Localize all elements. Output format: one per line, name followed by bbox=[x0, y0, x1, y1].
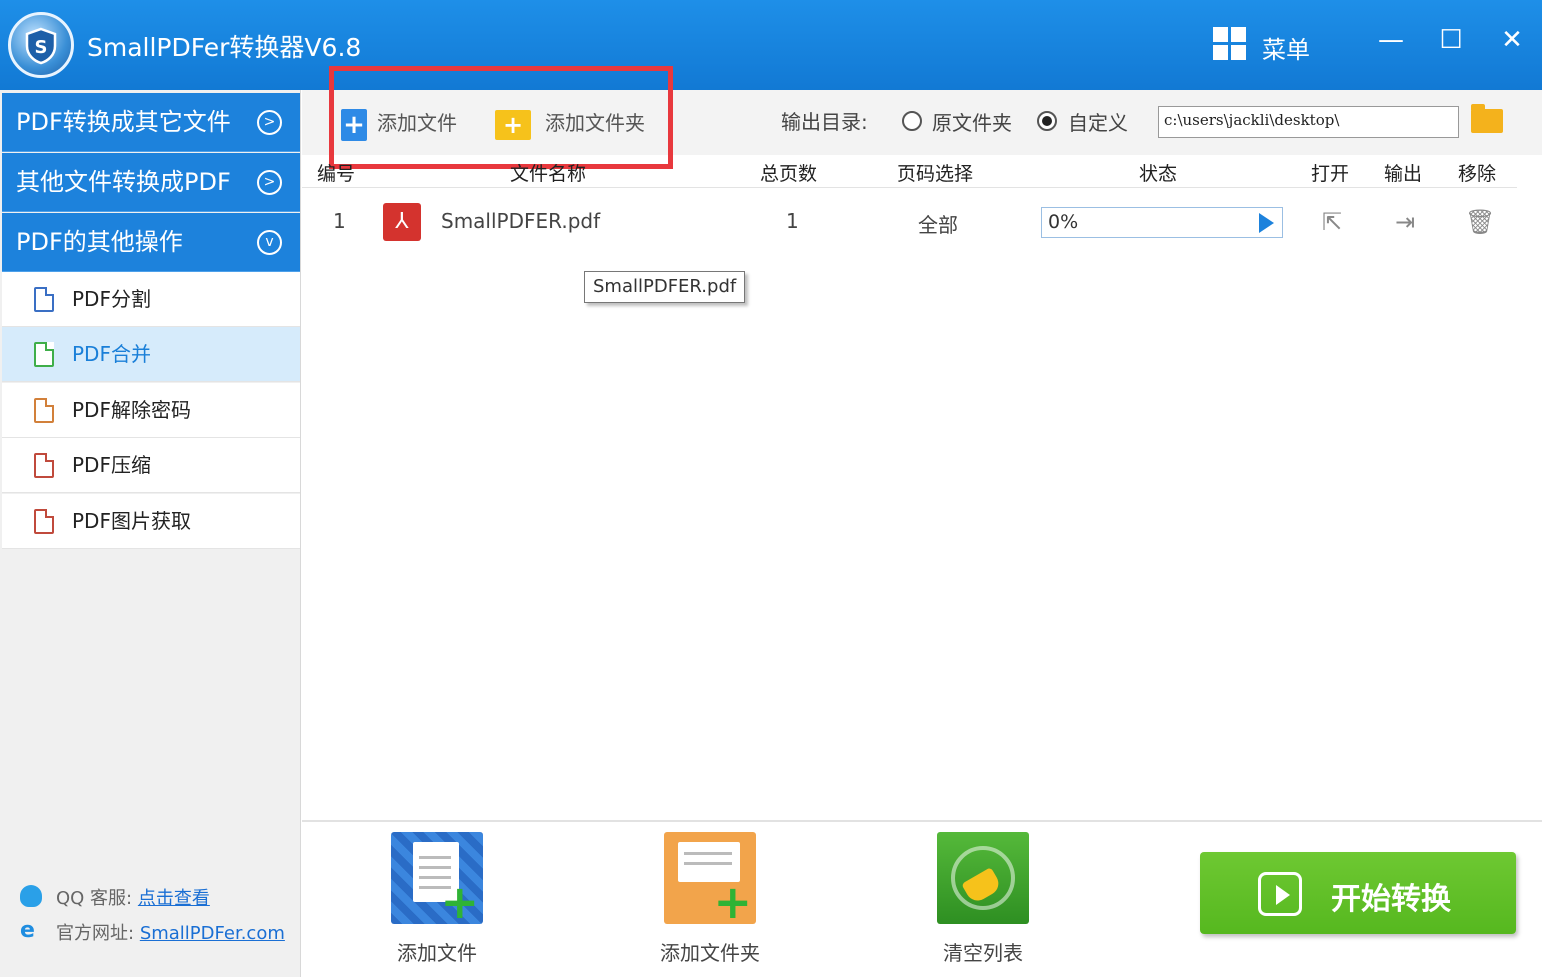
website-link[interactable]: SmallPDFer.com bbox=[140, 923, 285, 944]
category-label: PDF的其他操作 bbox=[16, 228, 183, 256]
sidebar-item-label: PDF图片获取 bbox=[72, 509, 191, 533]
close-button[interactable]: ✕ bbox=[1494, 22, 1530, 58]
output-path-input[interactable]: c:\users\jackli\desktop\ bbox=[1158, 106, 1459, 138]
website-line: 官方网址: SmallPDFer.com bbox=[56, 919, 285, 945]
minimize-button[interactable]: — bbox=[1373, 22, 1409, 58]
add-file-icon: + bbox=[341, 108, 367, 141]
sidebar-category-other-to-pdf[interactable]: 其他文件转换成PDF > bbox=[2, 153, 300, 212]
progress-bar: 0% bbox=[1041, 207, 1283, 238]
maximize-button[interactable]: ☐ bbox=[1433, 22, 1469, 58]
pdf-file-icon bbox=[34, 453, 54, 478]
chevron-down-icon: v bbox=[257, 230, 282, 255]
sidebar-item-label: PDF分割 bbox=[72, 287, 151, 311]
big-add-folder-button[interactable]: + bbox=[664, 832, 756, 929]
pdf-file-icon: ⅄ bbox=[383, 203, 421, 241]
browser-icon: e bbox=[20, 918, 35, 943]
big-add-file-label: 添加文件 bbox=[397, 941, 477, 965]
radio-original-label: 原文件夹 bbox=[932, 111, 1012, 135]
sidebar-item-pdf-unlock[interactable]: PDF解除密码 bbox=[2, 383, 300, 438]
col-pages: 总页数 bbox=[760, 163, 818, 185]
table-header: 编号 文件名称 总页数 页码选择 状态 打开 输出 移除 bbox=[302, 155, 1517, 188]
chevron-right-icon: > bbox=[257, 170, 282, 195]
radio-custom[interactable] bbox=[1037, 111, 1057, 131]
radio-original-folder[interactable] bbox=[902, 111, 922, 131]
plus-icon: + bbox=[713, 875, 752, 929]
plus-icon: + bbox=[440, 875, 479, 929]
radio-custom-label: 自定义 bbox=[1068, 111, 1128, 135]
pdf-file-icon bbox=[34, 342, 54, 367]
chevron-right-icon: > bbox=[257, 110, 282, 135]
progress-text: 0% bbox=[1048, 211, 1079, 233]
col-remove: 移除 bbox=[1458, 163, 1497, 185]
sidebar-item-label: PDF合并 bbox=[72, 342, 151, 366]
col-filename: 文件名称 bbox=[510, 163, 587, 185]
broom-icon bbox=[951, 846, 1015, 910]
play-icon[interactable] bbox=[1259, 213, 1274, 233]
sidebar-item-pdf-compress[interactable]: PDF压缩 bbox=[2, 438, 300, 493]
col-status: 状态 bbox=[1139, 163, 1178, 185]
col-index: 编号 bbox=[317, 163, 356, 185]
qq-support-link[interactable]: 点击查看 bbox=[138, 888, 210, 909]
pdf-file-icon bbox=[34, 287, 54, 312]
menu-grid-icon[interactable] bbox=[1213, 27, 1247, 61]
svg-text:S: S bbox=[35, 37, 48, 58]
row-pages: 1 bbox=[786, 209, 799, 233]
category-label: PDF转换成其它文件 bbox=[16, 108, 231, 136]
add-folder-label: 添加文件夹 bbox=[545, 111, 645, 135]
row-index: 1 bbox=[333, 209, 346, 233]
website-label: 官方网址: bbox=[56, 923, 135, 944]
output-dir-label: 输出目录: bbox=[781, 110, 868, 134]
start-convert-label: 开始转换 bbox=[1331, 882, 1451, 917]
col-output: 输出 bbox=[1384, 163, 1423, 185]
add-folder-button[interactable]: + 添加文件夹 bbox=[495, 106, 645, 140]
sidebar-item-pdf-image-extract[interactable]: PDF图片获取 bbox=[2, 494, 300, 549]
pdf-file-icon bbox=[34, 398, 54, 423]
sidebar-item-pdf-split[interactable]: PDF分割 bbox=[2, 272, 300, 327]
output-file-icon[interactable]: ⇥ bbox=[1391, 207, 1419, 237]
sidebar-category-pdf-to-other[interactable]: PDF转换成其它文件 > bbox=[2, 93, 300, 152]
big-add-file-button[interactable]: + bbox=[391, 832, 483, 929]
open-external-icon[interactable]: ⇱ bbox=[1318, 207, 1346, 237]
category-label: 其他文件转换成PDF bbox=[16, 168, 231, 196]
add-folder-icon: + bbox=[495, 109, 531, 140]
clear-list-label: 清空列表 bbox=[943, 941, 1023, 965]
filename-tooltip: SmallPDFER.pdf bbox=[584, 271, 746, 303]
sidebar-item-label: PDF压缩 bbox=[72, 453, 151, 477]
app-title: SmallPDFer转换器V6.8 bbox=[87, 33, 362, 62]
qq-support-line: QQ 客服: 点击查看 bbox=[56, 884, 210, 910]
play-icon bbox=[1258, 872, 1302, 916]
pdf-file-icon bbox=[34, 509, 54, 534]
trash-icon[interactable]: 🗑 bbox=[1465, 207, 1495, 237]
add-file-button[interactable]: + 添加文件 bbox=[341, 106, 457, 141]
sidebar-item-label: PDF解除密码 bbox=[72, 398, 191, 422]
add-file-label: 添加文件 bbox=[377, 111, 457, 135]
menu-button[interactable]: 菜单 bbox=[1262, 30, 1310, 65]
sidebar-item-pdf-merge[interactable]: PDF合并 bbox=[2, 327, 300, 382]
title-bar: S SmallPDFer转换器V6.8 菜单 — ☐ ✕ bbox=[0, 0, 1542, 90]
app-logo-icon: S bbox=[8, 12, 74, 78]
qq-icon bbox=[20, 885, 42, 907]
clear-list-button[interactable] bbox=[937, 832, 1029, 924]
big-add-folder-label: 添加文件夹 bbox=[660, 941, 760, 965]
sidebar-category-pdf-other-ops[interactable]: PDF的其他操作 v bbox=[2, 213, 300, 272]
table-row[interactable]: 1 ⅄ SmallPDFER.pdf 1 全部 0% ⇱ ⇥ 🗑 bbox=[302, 195, 1517, 251]
col-page-select: 页码选择 bbox=[897, 163, 974, 185]
row-filename: SmallPDFER.pdf bbox=[441, 209, 601, 233]
browse-folder-icon[interactable] bbox=[1471, 104, 1503, 133]
start-convert-button[interactable]: 开始转换 bbox=[1200, 852, 1516, 934]
col-open: 打开 bbox=[1311, 163, 1350, 185]
qq-label: QQ 客服: bbox=[56, 888, 133, 909]
row-page-select[interactable]: 全部 bbox=[918, 209, 958, 238]
